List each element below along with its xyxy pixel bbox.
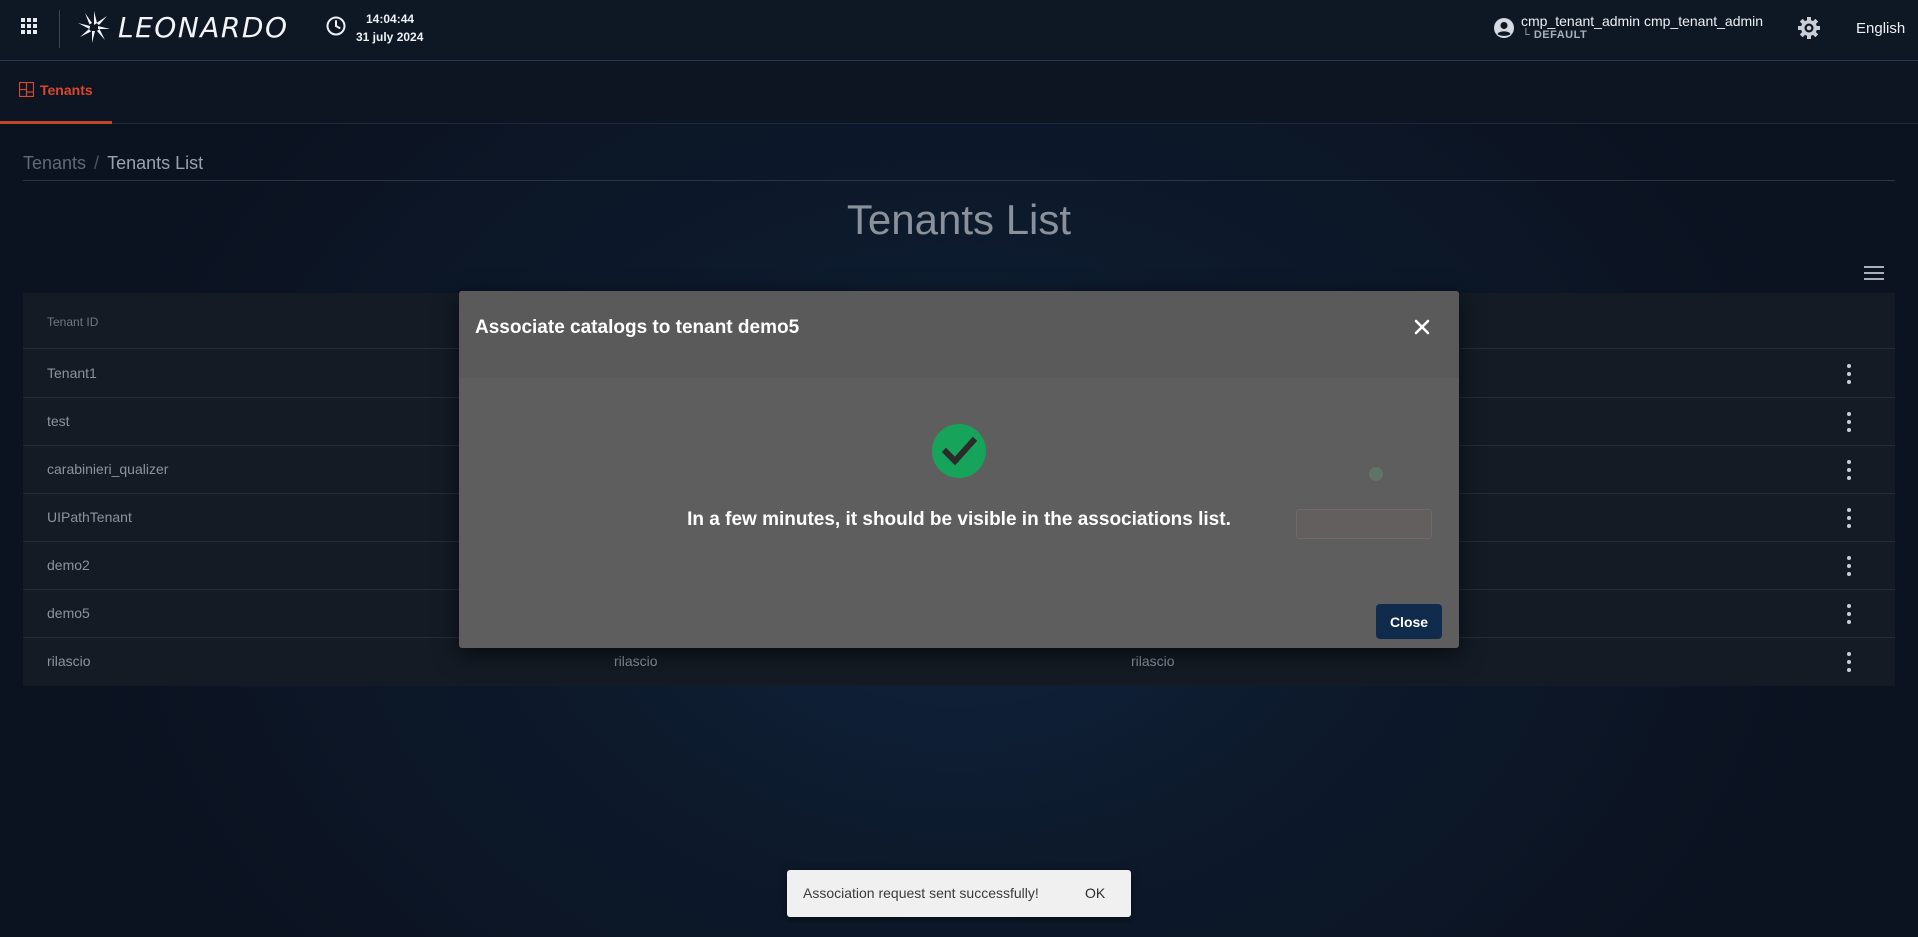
associate-catalogs-dialog: Associate catalogs to tenant demo5 In a … <box>459 291 1459 648</box>
clock-time: 14:04:44 <box>366 12 415 26</box>
ghost-check-icon <box>1369 467 1383 481</box>
breadcrumb-root[interactable]: Tenants <box>23 153 86 173</box>
snackbar-message: Association request sent successfully! <box>803 885 1039 901</box>
tab-tenants-label: Tenants <box>40 82 93 98</box>
row-more-icon[interactable] <box>1846 556 1852 576</box>
clock-date: 31 july 2024 <box>356 30 424 44</box>
row-more-icon[interactable] <box>1846 604 1852 624</box>
tenant-col3-cell: rilascio <box>1131 653 1175 669</box>
header-divider <box>59 10 60 48</box>
tenants-grid-icon <box>19 82 34 97</box>
clock-icon <box>326 16 346 36</box>
language-selector[interactable]: English <box>1856 20 1905 37</box>
tenant-id-cell: demo5 <box>47 605 90 621</box>
breadcrumb: Tenants / Tenants List <box>23 153 203 174</box>
dialog-header: Associate catalogs to tenant demo5 <box>459 291 1459 378</box>
user-name[interactable]: cmp_tenant_admin cmp_tenant_admin <box>1521 13 1763 29</box>
tenant-col2-cell: rilascio <box>614 653 658 669</box>
tenant-id-cell: carabinieri_qualizer <box>47 461 169 477</box>
breadcrumb-separator: / <box>94 153 100 173</box>
row-more-icon[interactable] <box>1846 460 1852 480</box>
row-more-icon[interactable] <box>1846 508 1852 528</box>
dialog-message: In a few minutes, it should be visible i… <box>687 509 1231 530</box>
snackbar: Association request sent successfully! O… <box>787 870 1131 917</box>
brand-logo[interactable]: LEONARDO <box>76 10 288 44</box>
table-menu-icon[interactable] <box>1864 266 1884 282</box>
tenant-id-cell: demo2 <box>47 557 90 573</box>
tenant-id-cell: UIPathTenant <box>47 509 132 525</box>
row-more-icon[interactable] <box>1846 652 1852 672</box>
column-header-tenant-id[interactable]: Tenant ID <box>47 315 98 329</box>
row-more-icon[interactable] <box>1846 412 1852 432</box>
settings-gear-icon[interactable] <box>1797 16 1821 40</box>
close-button[interactable]: Close <box>1376 604 1442 639</box>
tenant-id-cell: test <box>47 413 70 429</box>
success-check-icon <box>932 424 986 478</box>
breadcrumb-divider <box>23 180 1895 181</box>
top-bar: LEONARDO 14:04:44 31 july 2024 cmp_tenan… <box>0 0 1918 61</box>
tenant-id-cell: rilascio <box>47 653 91 669</box>
account-icon[interactable] <box>1493 17 1515 39</box>
tenant-id-cell: Tenant1 <box>47 365 97 381</box>
snackbar-ok-button[interactable]: OK <box>1085 885 1105 901</box>
dialog-title: Associate catalogs to tenant demo5 <box>475 317 800 338</box>
apps-grid-icon[interactable] <box>21 18 38 35</box>
leonardo-logo-icon <box>78 11 110 43</box>
brand-name: LEONARDO <box>118 10 289 44</box>
breadcrumb-current: Tenants List <box>107 153 204 173</box>
page-title: Tenants List <box>846 196 1072 243</box>
close-icon[interactable] <box>1413 318 1431 336</box>
user-tenant: └ DEFAULT <box>1522 29 1588 41</box>
tab-tenants[interactable]: Tenants <box>0 61 112 124</box>
tab-bar: Tenants <box>0 61 1918 124</box>
row-more-icon[interactable] <box>1846 364 1852 384</box>
